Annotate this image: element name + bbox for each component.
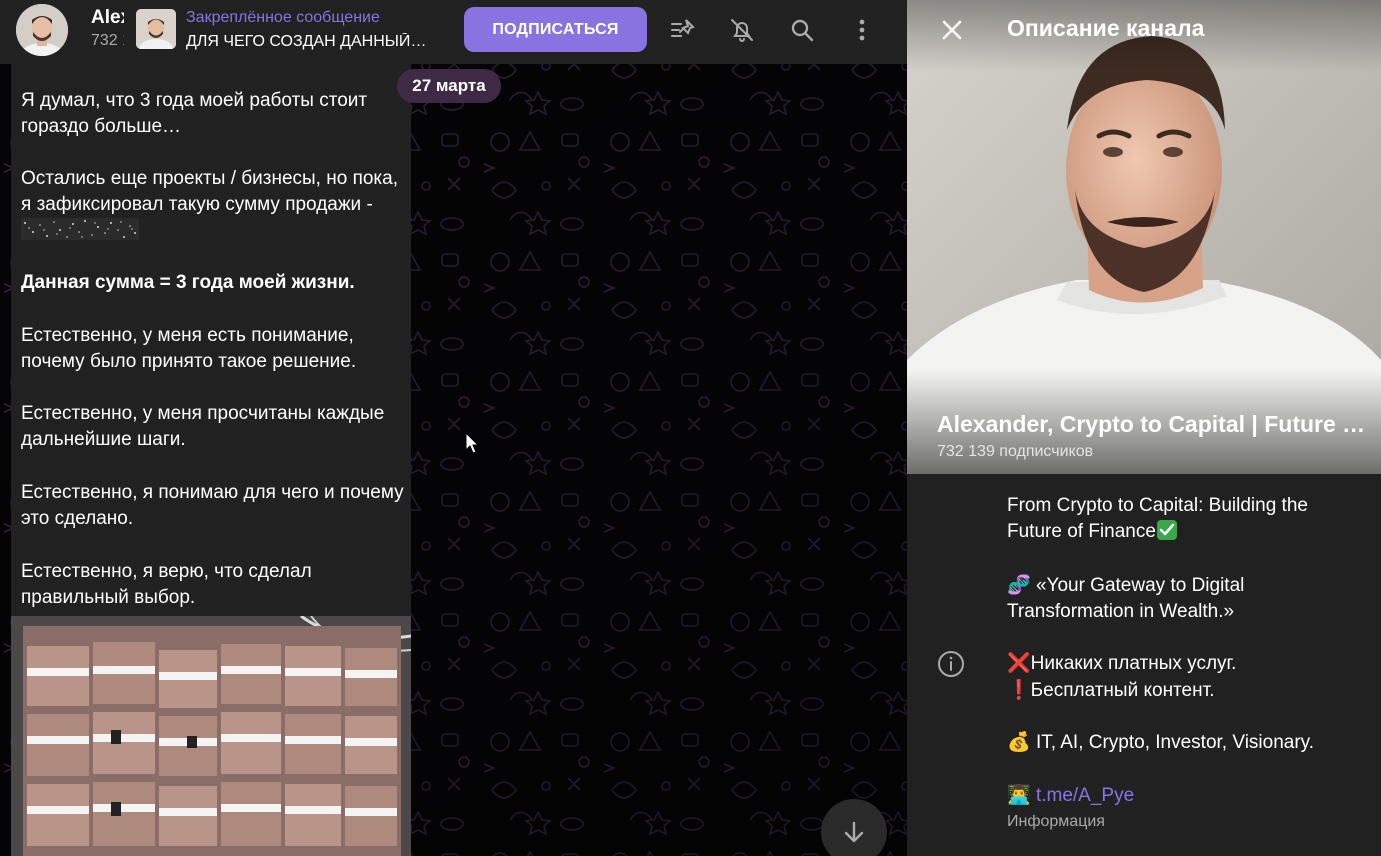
description-text: Future of Finance (1007, 521, 1156, 542)
bell-off-icon[interactable] (722, 10, 762, 50)
description-text: Transformation in Wealth.» (1007, 601, 1235, 622)
close-icon (942, 20, 962, 40)
description-line: 💰 IT, AI, Crypto, Investor, Visionary. (1007, 729, 1367, 756)
message-bubble: Я думал, что 3 года моей работы стоит го… (11, 64, 411, 616)
mouse-cursor-icon (465, 432, 479, 454)
date-separator: 27 марта (397, 69, 501, 103)
cross-mark-icon: ❌ (1007, 652, 1031, 674)
technologist-icon: 👨‍💻 (1007, 784, 1031, 806)
pinned-message-bar[interactable]: Закреплённое сообщение ДЛЯ ЧЕГО СОЗДАН Д… (130, 6, 430, 56)
message-paragraph: Естественно, у меня просчитаны каждые да… (21, 403, 385, 450)
message-photo[interactable] (11, 616, 411, 856)
arrow-down-icon (844, 821, 864, 843)
close-panel-button[interactable] (934, 12, 970, 48)
scroll-down-button[interactable] (821, 799, 887, 856)
hidden-spoiler[interactable] (21, 218, 139, 240)
check-mark-icon (1156, 520, 1177, 540)
message-paragraph: Остались еще проекты / бизнесы, но пока,… (21, 166, 406, 244)
money-bag-icon: 💰 (1007, 731, 1031, 753)
description-text: Никаких платных услуг. (1030, 653, 1237, 674)
dna-icon: 🧬 (1007, 574, 1031, 596)
message-text: Остались еще проекты / бизнесы, но пока,… (21, 168, 399, 215)
channel-avatar[interactable] (16, 4, 68, 56)
channel-profile-photo (907, 0, 1381, 474)
description-line: 👨‍💻 t.me/A_Pye (1007, 782, 1367, 809)
pinned-message-text: ДЛЯ ЧЕГО СОЗДАН ДАННЫЙ КАНАЛ? (186, 33, 430, 50)
pinned-message-thumbnail (136, 9, 176, 49)
info-icon (938, 651, 964, 677)
description-line: ❌Никаких платных услуг. ❗Бесплатный конт… (1007, 650, 1367, 704)
channel-subscriber-count: 732 139 подписчиков (91, 32, 124, 49)
description-line: From Crypto to Capital: Building the Fut… (1007, 493, 1367, 545)
channel-title: Alexander, Crypto to Capital | Future of… (937, 411, 1367, 437)
message-bold-text: Данная сумма = 3 года моей жизни. (21, 272, 355, 293)
exclamation-icon: ❗ (1007, 679, 1031, 701)
pinned-list-icon[interactable] (662, 10, 702, 50)
message-paragraph: Естественно, я верю, что сделал правильн… (21, 561, 312, 608)
description-text: Бесплатный контент. (1030, 680, 1215, 701)
message-paragraph: Естественно, я понимаю для чего и почему… (21, 482, 404, 529)
message-paragraph: Данная сумма = 3 года моей жизни. (21, 270, 406, 296)
channel-link[interactable]: t.me/A_Pye (1036, 785, 1134, 806)
subscriber-count: 732 139 подписчиков (937, 443, 1094, 460)
more-vertical-icon[interactable] (842, 10, 882, 50)
channel-info-panel: Описание канала Alexander, Crypto to Cap… (907, 0, 1381, 856)
description-text: IT, AI, Crypto, Investor, Visionary. (1030, 732, 1315, 753)
info-label: Информация (1007, 813, 1105, 830)
subscribe-button[interactable]: ПОДПИСАТЬСЯ (464, 7, 647, 52)
search-icon[interactable] (782, 10, 822, 50)
message-paragraph: Я думал, что 3 года моей работы стоит го… (21, 90, 368, 137)
description-text: «Your Gateway to Digital (1030, 575, 1245, 596)
pinned-message-title: Закреплённое сообщение (186, 9, 380, 26)
channel-name[interactable]: Alexander, Crypto to Capital | Future of… (91, 7, 124, 29)
panel-title: Описание канала (1007, 15, 1205, 41)
chat-area: Alexander, Crypto to Capital | Future of… (0, 0, 907, 856)
description-text: From Crypto to Capital: Building the (1007, 495, 1308, 516)
chat-header: Alexander, Crypto to Capital | Future of… (0, 0, 907, 64)
description-line: 🧬 «Your Gateway to Digital Transformatio… (1007, 572, 1367, 625)
message-paragraph: Естественно, у меня есть понимание, поче… (21, 325, 357, 372)
